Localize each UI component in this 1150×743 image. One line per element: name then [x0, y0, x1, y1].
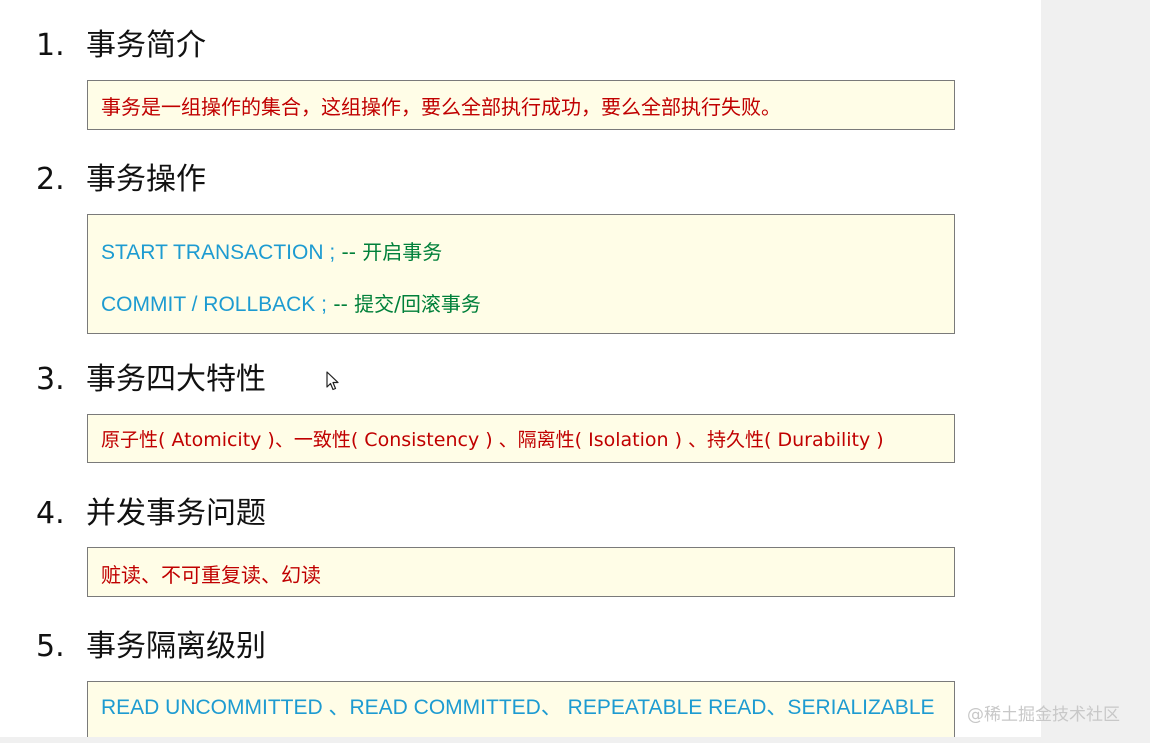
- section-1-heading: 1. 事务简介: [36, 28, 206, 64]
- section-3-text: 原子性( Atomicity )、一致性( Consistency ) 、隔离性…: [101, 429, 884, 451]
- section-4-title: 并发事务问题: [86, 496, 266, 531]
- section-3-box: 原子性( Atomicity )、一致性( Consistency ) 、隔离性…: [87, 414, 955, 463]
- section-4-number: 4.: [36, 496, 65, 531]
- code-commit-rollback: COMMIT / ROLLBACK ;: [101, 293, 327, 316]
- section-5-text: READ UNCOMMITTED 、READ COMMITTED、 REPEAT…: [101, 696, 935, 719]
- right-gutter: [1041, 0, 1150, 743]
- section-2-number: 2.: [36, 162, 65, 197]
- section-5-number: 5.: [36, 629, 65, 664]
- section-5-box: READ UNCOMMITTED 、READ COMMITTED、 REPEAT…: [87, 681, 955, 737]
- section-5-title: 事务隔离级别: [86, 629, 266, 664]
- slide-canvas: 1. 事务简介 事务是一组操作的集合，这组操作，要么全部执行成功，要么全部执行失败…: [0, 0, 1041, 743]
- section-2-title: 事务操作: [86, 162, 206, 197]
- section-4-text: 赃读、不可重复读、幻读: [101, 563, 321, 587]
- code-line-commit-rollback: COMMIT / ROLLBACK ; -- 提交/回滚事务: [101, 291, 481, 318]
- section-1-number: 1.: [36, 28, 65, 63]
- mouse-cursor-icon: [326, 371, 339, 391]
- code-start-transaction: START TRANSACTION ;: [101, 241, 336, 264]
- comment-commit-rollback: -- 提交/回滚事务: [327, 292, 481, 316]
- section-1-box: 事务是一组操作的集合，这组操作，要么全部执行成功，要么全部执行失败。: [87, 80, 955, 130]
- section-5-heading: 5. 事务隔离级别: [36, 629, 266, 665]
- section-4-box: 赃读、不可重复读、幻读: [87, 547, 955, 597]
- section-1-text: 事务是一组操作的集合，这组操作，要么全部执行成功，要么全部执行失败。: [101, 95, 781, 119]
- section-2-heading: 2. 事务操作: [36, 162, 206, 198]
- section-2-box: START TRANSACTION ; -- 开启事务 COMMIT / ROL…: [87, 214, 955, 334]
- bottom-strip: [0, 737, 1041, 743]
- watermark-text: @稀土掘金技术社区: [967, 705, 1120, 725]
- code-line-start-transaction: START TRANSACTION ; -- 开启事务: [101, 239, 442, 266]
- section-1-title: 事务简介: [86, 28, 206, 63]
- section-3-heading: 3. 事务四大特性: [36, 362, 266, 398]
- section-3-title: 事务四大特性: [86, 362, 266, 397]
- section-3-number: 3.: [36, 362, 65, 397]
- comment-start-transaction: -- 开启事务: [335, 240, 443, 264]
- section-4-heading: 4. 并发事务问题: [36, 496, 266, 532]
